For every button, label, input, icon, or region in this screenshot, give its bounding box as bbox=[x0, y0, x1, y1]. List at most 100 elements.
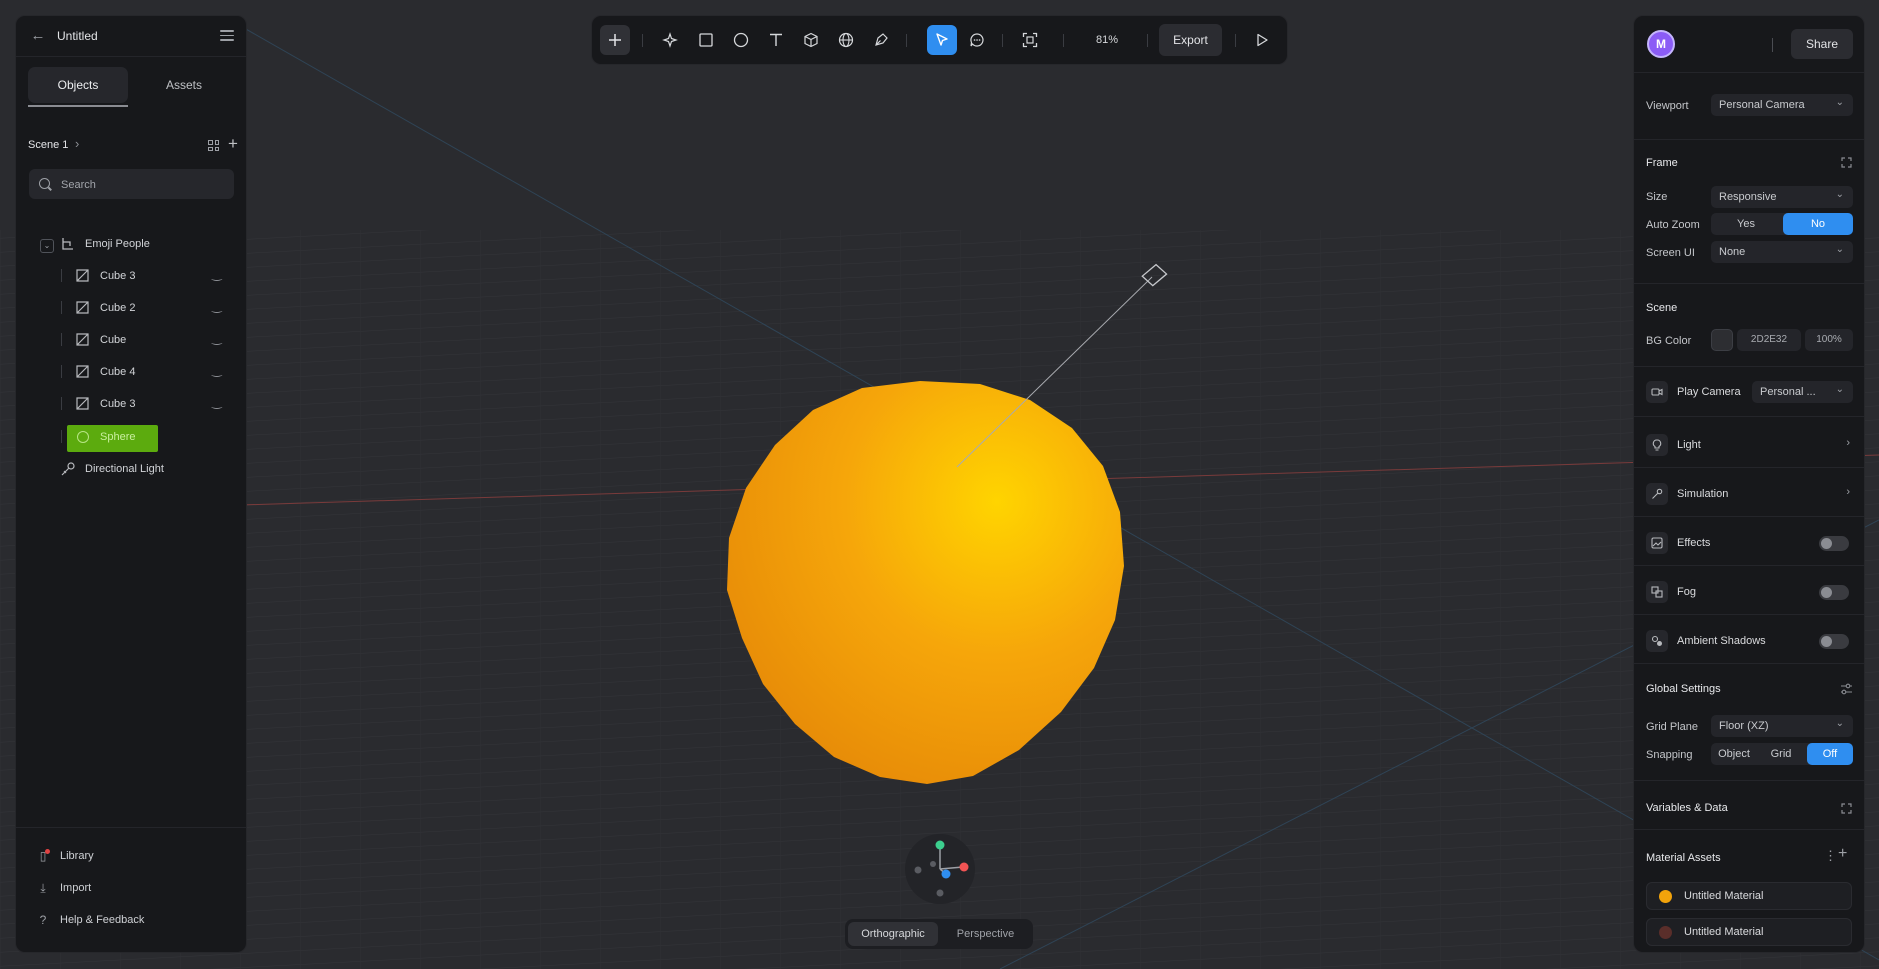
material-item[interactable]: Untitled Material bbox=[1646, 918, 1852, 946]
document-title[interactable]: Untitled bbox=[57, 29, 98, 43]
tab-assets[interactable]: Assets bbox=[134, 67, 234, 103]
export-button[interactable]: Export bbox=[1159, 24, 1222, 56]
chevron-down-icon: ⌄ bbox=[1835, 244, 1844, 255]
bg-opacity-field[interactable]: 100% bbox=[1805, 329, 1853, 351]
visibility-icon[interactable]: ‿ bbox=[212, 299, 222, 313]
perspective-option[interactable]: Perspective bbox=[941, 922, 1030, 946]
help-icon: ? bbox=[39, 913, 47, 927]
bg-color-hex-field[interactable]: 2D2E32 bbox=[1737, 329, 1801, 351]
tree-group-emoji-people[interactable]: ⌄ Emoji People bbox=[30, 235, 240, 257]
tree-item[interactable]: Cube 4 ‿ bbox=[30, 361, 240, 385]
chevron-right-icon[interactable]: › bbox=[1846, 486, 1850, 498]
section-divider bbox=[1634, 366, 1864, 367]
tree-item-directional-light[interactable]: Directional Light bbox=[30, 460, 240, 482]
light-section-label[interactable]: Light bbox=[1677, 439, 1701, 451]
grid-plane-value: Floor (XZ) bbox=[1719, 720, 1769, 732]
help-link[interactable]: ? Help & Feedback bbox=[36, 911, 236, 931]
global-settings-title: Global Settings bbox=[1646, 683, 1721, 695]
user-avatar[interactable]: M bbox=[1647, 30, 1675, 58]
snapping-grid[interactable]: Grid bbox=[1759, 743, 1803, 765]
variables-data-title[interactable]: Variables & Data bbox=[1646, 802, 1728, 814]
screen-ui-dropdown[interactable]: None ⌄ bbox=[1711, 241, 1853, 263]
comment-icon bbox=[970, 33, 984, 47]
viewport-value: Personal Camera bbox=[1719, 99, 1805, 111]
3d-viewport[interactable] bbox=[0, 0, 1879, 969]
chevron-right-icon[interactable]: › bbox=[75, 136, 79, 151]
visibility-icon[interactable]: ‿ bbox=[212, 395, 222, 409]
visibility-icon[interactable]: ‿ bbox=[212, 363, 222, 377]
add-button[interactable] bbox=[600, 25, 630, 55]
grid-plane-dropdown[interactable]: Floor (XZ) ⌄ bbox=[1711, 715, 1853, 737]
ellipse-tool-button[interactable] bbox=[726, 25, 756, 55]
auto-zoom-toggle: Yes No bbox=[1711, 213, 1853, 235]
snapping-object[interactable]: Object bbox=[1711, 743, 1757, 765]
tree-item[interactable]: Cube 2 ‿ bbox=[30, 297, 240, 321]
settings-sliders-icon[interactable] bbox=[1840, 683, 1853, 695]
more-options-icon[interactable]: ⋮ bbox=[1824, 848, 1837, 864]
effects-label: Effects bbox=[1677, 537, 1711, 549]
zoom-level[interactable]: 81% bbox=[1082, 25, 1132, 55]
shape-icon bbox=[76, 333, 89, 346]
search-input[interactable] bbox=[59, 169, 228, 201]
viewport-dropdown[interactable]: Personal Camera ⌄ bbox=[1711, 94, 1853, 116]
hamburger-menu-icon[interactable] bbox=[220, 30, 234, 41]
import-link[interactable]: ⤓ Import bbox=[36, 879, 236, 899]
chevron-down-icon[interactable]: ⌄ bbox=[40, 239, 54, 253]
panel-header: ← Untitled bbox=[16, 16, 246, 57]
material-item[interactable]: Untitled Material bbox=[1646, 882, 1852, 910]
simulation-section-label[interactable]: Simulation bbox=[1677, 488, 1728, 500]
viewport-label: Viewport bbox=[1646, 100, 1689, 112]
section-divider bbox=[1634, 780, 1864, 781]
pen-tool-button[interactable] bbox=[866, 25, 896, 55]
auto-zoom-yes[interactable]: Yes bbox=[1711, 213, 1781, 235]
size-dropdown[interactable]: Responsive ⌄ bbox=[1711, 186, 1853, 208]
axis-gizmo[interactable] bbox=[905, 834, 975, 904]
tree-item[interactable]: Cube ‿ bbox=[30, 329, 240, 353]
library-link[interactable]: ▯ Library bbox=[36, 847, 236, 867]
tree-item[interactable]: Cube 3 ‿ bbox=[30, 393, 240, 417]
section-divider bbox=[1634, 516, 1864, 517]
group-icon bbox=[62, 238, 73, 250]
ambient-shadows-icon bbox=[1646, 630, 1668, 652]
ai-tool-button[interactable] bbox=[655, 25, 685, 55]
grid-view-icon[interactable] bbox=[208, 140, 219, 151]
select-tool-button[interactable] bbox=[927, 25, 957, 55]
share-button[interactable]: Share bbox=[1791, 29, 1853, 59]
text-tool-button[interactable] bbox=[761, 25, 791, 55]
orthographic-option[interactable]: Orthographic bbox=[848, 922, 938, 946]
add-scene-icon[interactable]: + bbox=[228, 134, 238, 154]
lightbulb-icon bbox=[1646, 434, 1668, 456]
play-icon bbox=[1257, 33, 1268, 47]
back-arrow-icon[interactable]: ← bbox=[28, 27, 48, 45]
expand-icon[interactable] bbox=[1841, 803, 1852, 814]
download-icon: ⤓ bbox=[40, 881, 46, 895]
effects-toggle[interactable] bbox=[1819, 536, 1849, 551]
cube-tool-button[interactable] bbox=[796, 25, 826, 55]
tree-item-sphere-selected[interactable]: Sphere bbox=[30, 425, 240, 452]
simulation-icon bbox=[1646, 483, 1668, 505]
bg-color-swatch[interactable] bbox=[1711, 329, 1733, 351]
comment-tool-button[interactable] bbox=[962, 25, 992, 55]
visibility-icon[interactable]: ‿ bbox=[212, 331, 222, 345]
chevron-down-icon: ⌄ bbox=[1835, 97, 1844, 108]
auto-zoom-no[interactable]: No bbox=[1783, 213, 1853, 235]
material-name: Untitled Material bbox=[1684, 926, 1764, 938]
chevron-right-icon[interactable]: › bbox=[1846, 437, 1850, 449]
add-material-icon[interactable]: + bbox=[1838, 845, 1847, 863]
visibility-icon[interactable]: ‿ bbox=[212, 267, 222, 281]
chevron-down-icon: ⌄ bbox=[1835, 189, 1844, 200]
projection-toggle: Orthographic Perspective bbox=[845, 919, 1033, 949]
scene-name[interactable]: Scene 1 bbox=[28, 139, 68, 151]
frame-tool-button[interactable] bbox=[1015, 25, 1045, 55]
tree-item[interactable]: Cube 3 ‿ bbox=[30, 265, 240, 289]
sphere-tool-button[interactable] bbox=[831, 25, 861, 55]
tab-objects[interactable]: Objects bbox=[28, 67, 128, 103]
snapping-off[interactable]: Off bbox=[1807, 743, 1853, 765]
play-button[interactable] bbox=[1247, 25, 1277, 55]
material-name: Untitled Material bbox=[1684, 890, 1764, 902]
ambient-shadows-toggle[interactable] bbox=[1819, 634, 1849, 649]
rectangle-tool-button[interactable] bbox=[691, 25, 721, 55]
expand-icon[interactable] bbox=[1841, 157, 1852, 168]
play-camera-dropdown[interactable]: Personal ... ⌄ bbox=[1752, 381, 1853, 403]
fog-toggle[interactable] bbox=[1819, 585, 1849, 600]
